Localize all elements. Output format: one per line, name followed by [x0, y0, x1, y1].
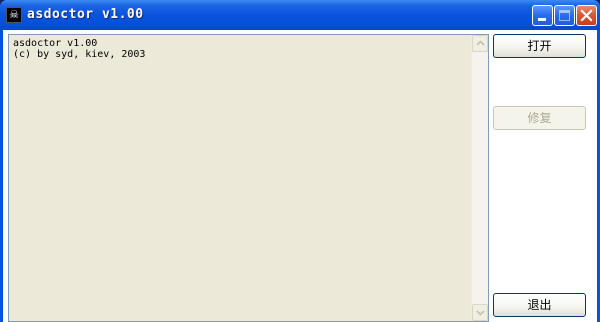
minimize-button[interactable]: [532, 5, 553, 26]
vertical-scrollbar[interactable]: [471, 35, 488, 321]
chevron-down-icon: [476, 310, 485, 316]
app-window: ☠ asdoctor v1.00 asdoctor v1.00 (c) by s…: [0, 0, 600, 322]
exit-button[interactable]: 退出: [493, 293, 586, 317]
open-button[interactable]: 打开: [493, 34, 586, 58]
close-icon: [580, 9, 593, 22]
client-area: asdoctor v1.00 (c) by syd, kiev, 2003 打开…: [3, 30, 597, 322]
title-bar[interactable]: ☠ asdoctor v1.00: [0, 0, 600, 30]
close-button[interactable]: [576, 5, 597, 26]
window-title: asdoctor v1.00: [27, 7, 144, 22]
output-textarea[interactable]: asdoctor v1.00 (c) by syd, kiev, 2003: [8, 34, 489, 322]
repair-button: 修复: [493, 106, 586, 130]
scroll-up-button[interactable]: [472, 35, 488, 52]
maximize-icon: [559, 10, 570, 21]
minimize-icon: [538, 18, 546, 21]
chevron-up-icon: [476, 40, 485, 46]
maximize-button: [554, 5, 575, 26]
pirate-skull-icon[interactable]: ☠: [6, 7, 22, 23]
scroll-down-button[interactable]: [472, 304, 488, 321]
output-text: asdoctor v1.00 (c) by syd, kiev, 2003: [13, 38, 146, 60]
